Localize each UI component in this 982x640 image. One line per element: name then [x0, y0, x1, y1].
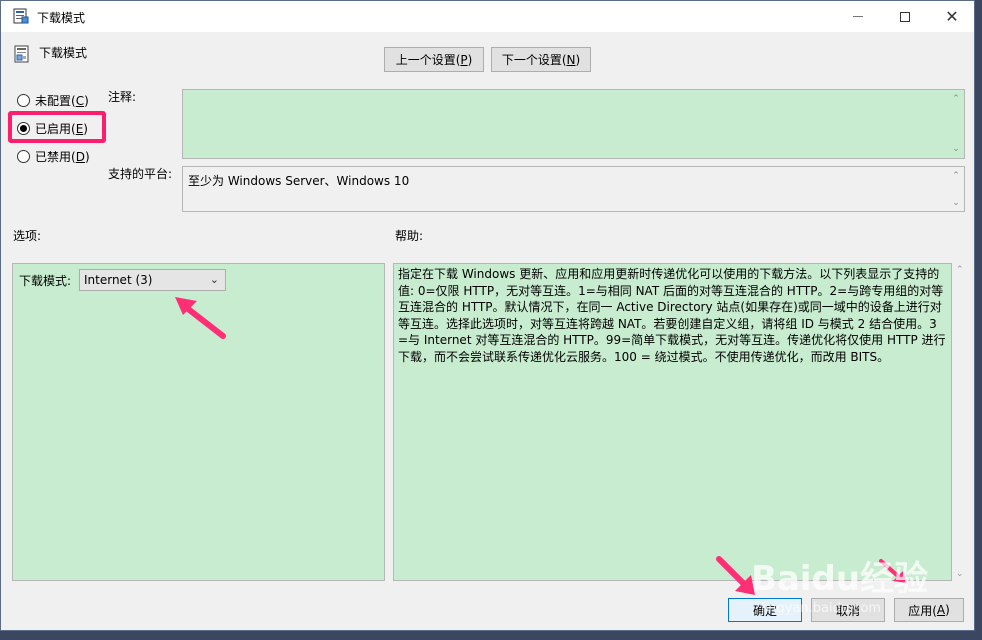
- previous-setting-accesskey: P: [460, 52, 468, 67]
- radio-disabled[interactable]: 已禁用(D): [17, 148, 90, 165]
- close-icon: ✕: [945, 6, 959, 26]
- platform-field: 至少为 Windows Server、Windows 10 ⌃ ⌄: [182, 166, 965, 212]
- scroll-down-icon[interactable]: ⌄: [951, 198, 961, 208]
- next-setting-button[interactable]: 下一个设置(N): [491, 47, 591, 72]
- watermark-logo: Baidu经验: [751, 559, 929, 599]
- minimize-icon: [853, 16, 863, 17]
- help-section-label: 帮助:: [395, 229, 424, 243]
- radio-circle[interactable]: [17, 94, 30, 107]
- next-setting-suffix: ): [575, 52, 581, 67]
- radio-disabled-label: 已禁用(: [35, 150, 76, 164]
- policy-name: 下载模式: [39, 46, 88, 60]
- options-panel: 下载模式: Internet (3) ⌄: [12, 263, 385, 581]
- close-button[interactable]: ✕: [929, 1, 975, 32]
- watermark-url: jingyan.baidu.com: [761, 601, 881, 616]
- options-section-label: 选项:: [13, 229, 42, 243]
- radio-not-configured-label: 未配置(: [35, 94, 76, 108]
- apply-accesskey: A: [936, 603, 946, 617]
- maximize-button[interactable]: [882, 1, 928, 32]
- download-mode-dropdown[interactable]: Internet (3) ⌄: [79, 269, 226, 291]
- help-scrollbar[interactable]: ⌃ ⌄: [954, 263, 968, 581]
- group-policy-dialog: 下载模式 ✕ 下载模式 上一个设置(P) 下一个设置(N) 未配置(C) 已启用…: [0, 0, 975, 631]
- apply-suffix: ): [945, 603, 950, 617]
- policy-window-icon: [13, 8, 29, 24]
- scroll-down-icon[interactable]: ⌄: [956, 569, 964, 579]
- radio-not-configured-accesskey: C: [75, 93, 85, 108]
- scroll-down-icon[interactable]: ⌄: [951, 144, 961, 154]
- apply-button[interactable]: 应用(A): [894, 598, 964, 622]
- scroll-up-icon[interactable]: ⌃: [956, 265, 964, 275]
- apply-label: 应用(: [908, 603, 937, 618]
- help-panel: 指定在下载 Windows 更新、应用和应用更新时传递优化可以使用的下载方法。以…: [393, 263, 952, 581]
- radio-circle[interactable]: [17, 150, 30, 163]
- chevron-down-icon: ⌄: [209, 273, 219, 286]
- radio-disabled-suffix: ): [84, 149, 90, 164]
- download-mode-label: 下载模式:: [19, 274, 72, 288]
- comment-label: 注释:: [108, 90, 137, 104]
- previous-setting-button[interactable]: 上一个设置(P): [384, 47, 484, 72]
- policy-setting-icon: [14, 45, 29, 63]
- download-mode-value: Internet (3): [84, 273, 153, 287]
- radio-not-configured[interactable]: 未配置(C): [17, 92, 89, 109]
- scroll-up-icon[interactable]: ⌃: [951, 171, 961, 181]
- comment-textarea[interactable]: ⌃ ⌄: [182, 89, 965, 159]
- window-title: 下载模式: [37, 11, 86, 25]
- minimize-button[interactable]: [835, 1, 881, 32]
- next-setting-label: 下一个设置(: [501, 53, 567, 67]
- enabled-highlight-annotation: [8, 111, 106, 143]
- scroll-up-icon[interactable]: ⌃: [951, 94, 961, 104]
- platform-label: 支持的平台:: [108, 167, 173, 181]
- radio-not-configured-suffix: ): [84, 93, 89, 108]
- help-text: 指定在下载 Windows 更新、应用和应用更新时传递优化可以使用的下载方法。以…: [398, 267, 946, 364]
- radio-disabled-accesskey: D: [75, 149, 85, 164]
- previous-setting-suffix: ): [467, 52, 473, 67]
- maximize-icon: [900, 11, 910, 22]
- next-setting-accesskey: N: [566, 52, 576, 67]
- previous-setting-label: 上一个设置(: [395, 53, 461, 67]
- platform-value: 至少为 Windows Server、Windows 10: [188, 174, 410, 188]
- title-bar[interactable]: 下载模式 ✕: [1, 1, 974, 32]
